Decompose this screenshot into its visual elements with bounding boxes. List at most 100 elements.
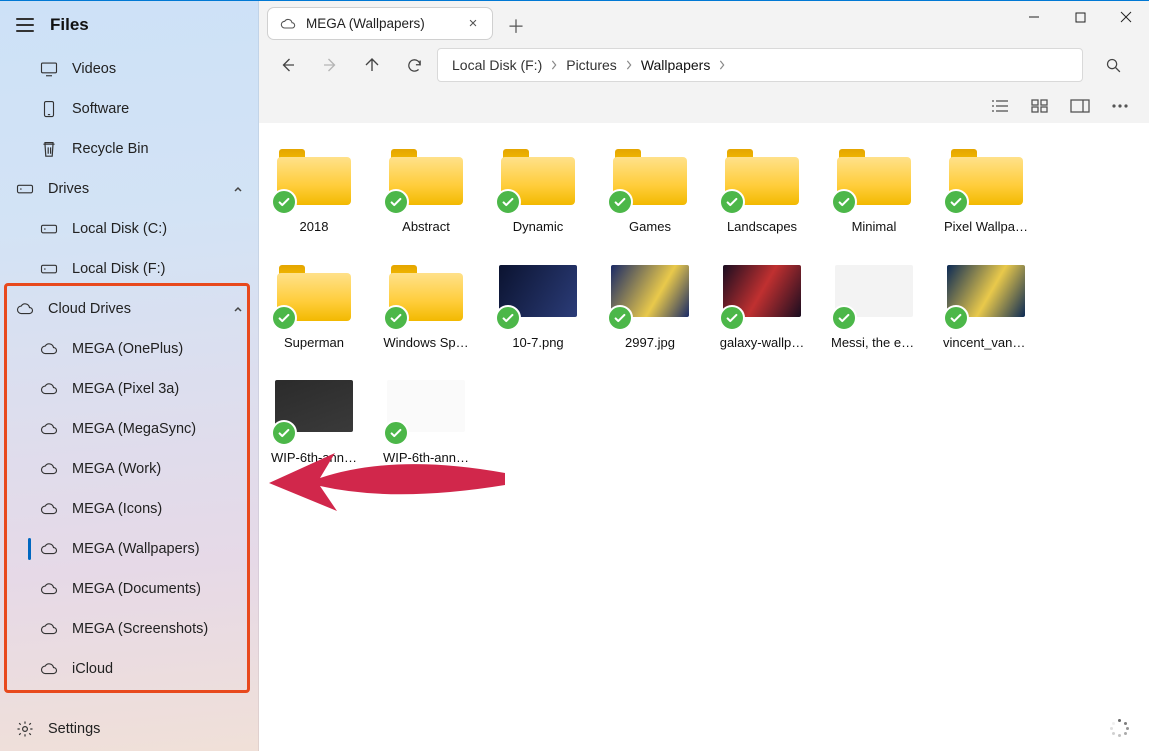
tab-close-button[interactable]: × <box>462 15 484 32</box>
sidebar-cloud-drive[interactable]: MEGA (Screenshots) <box>0 609 258 649</box>
sidebar-item-label: Local Disk (C:) <box>72 221 244 237</box>
folder-icon <box>273 141 355 213</box>
file-item[interactable]: 10-7.png <box>495 257 581 351</box>
folder-item[interactable]: 2018 <box>271 141 357 235</box>
folder-item[interactable]: Abstract <box>383 141 469 235</box>
folder-item[interactable]: Games <box>607 141 693 235</box>
details-view-button[interactable] <box>987 94 1013 118</box>
view-toolbar <box>259 89 1149 123</box>
item-label: Windows Sp… <box>383 335 469 351</box>
sidebar-item-label: Videos <box>72 61 244 77</box>
folder-icon <box>273 257 355 329</box>
new-tab-button[interactable]: ＋ <box>507 13 525 39</box>
drives-header[interactable]: Drives <box>0 169 258 209</box>
sidebar-item-label: Software <box>72 101 244 117</box>
cloud-drives-header[interactable]: Cloud Drives <box>0 289 258 329</box>
folder-item[interactable]: Dynamic <box>495 141 581 235</box>
item-label: 2018 <box>271 219 357 235</box>
file-item[interactable]: vincent_van_… <box>943 257 1029 351</box>
tab-label: MEGA (Wallpapers) <box>306 16 452 31</box>
sidebar-item[interactable]: Recycle Bin <box>0 129 258 169</box>
item-label: Landscapes <box>719 219 805 235</box>
sidebar-item-label: Local Disk (F:) <box>72 261 244 277</box>
breadcrumb-segment[interactable]: Wallpapers <box>637 55 715 75</box>
folder-icon <box>385 141 467 213</box>
sidebar-cloud-drive[interactable]: MEGA (OnePlus) <box>0 329 258 369</box>
breadcrumb-segment[interactable]: Pictures <box>562 55 621 75</box>
preview-pane-button[interactable] <box>1067 94 1093 118</box>
sidebar-item-label: MEGA (Wallpapers) <box>72 541 244 557</box>
item-label: Minimal <box>831 219 917 235</box>
window-close-button[interactable] <box>1103 1 1149 33</box>
item-label: Superman <box>271 335 357 351</box>
cloud-icon <box>40 660 58 678</box>
breadcrumb-segment[interactable]: Local Disk (F:) <box>448 55 546 75</box>
file-item[interactable]: galaxy-wallp… <box>719 257 805 351</box>
file-item[interactable]: 2997.jpg <box>607 257 693 351</box>
folder-icon <box>945 141 1027 213</box>
forward-button[interactable] <box>311 47 349 83</box>
folder-item[interactable]: Pixel Wallpa… <box>943 141 1029 235</box>
monitor-icon <box>40 60 58 78</box>
sidebar: Files VideosSoftwareRecycle BinDrivesLoc… <box>0 1 259 751</box>
sync-ok-badge-icon <box>383 189 409 215</box>
tab-active[interactable]: MEGA (Wallpapers) × <box>267 7 493 40</box>
breadcrumb[interactable]: Local Disk (F:) Pictures Wallpapers <box>437 48 1083 82</box>
sidebar-drive[interactable]: Local Disk (C:) <box>0 209 258 249</box>
sidebar-cloud-drive[interactable]: MEGA (Work) <box>0 449 258 489</box>
sync-ok-badge-icon <box>943 305 969 331</box>
file-grid: 2018 Abstract Dynamic Games Landscapes Minima… <box>259 123 1149 751</box>
cloud-icon <box>40 580 58 598</box>
window-minimize-button[interactable] <box>1011 1 1057 33</box>
sidebar-item[interactable]: Videos <box>0 49 258 89</box>
chevron-up-icon <box>232 303 244 315</box>
item-label: 2997.jpg <box>607 335 693 351</box>
sidebar-cloud-drive[interactable]: MEGA (Icons) <box>0 489 258 529</box>
folder-icon <box>609 141 691 213</box>
more-options-button[interactable] <box>1107 94 1133 118</box>
image-thumbnail <box>945 257 1027 329</box>
sync-ok-badge-icon <box>607 189 633 215</box>
sidebar-item-label: MEGA (OnePlus) <box>72 341 244 357</box>
image-thumbnail <box>721 257 803 329</box>
cloud-icon <box>40 420 58 438</box>
cloud-icon <box>280 18 296 30</box>
up-button[interactable] <box>353 47 391 83</box>
window-maximize-button[interactable] <box>1057 1 1103 33</box>
item-label: Messi, the et… <box>831 335 917 351</box>
folder-item[interactable]: Minimal <box>831 141 917 235</box>
folder-item[interactable]: Landscapes <box>719 141 805 235</box>
cloud-icon <box>40 540 58 558</box>
sidebar-drive[interactable]: Local Disk (F:) <box>0 249 258 289</box>
back-button[interactable] <box>269 47 307 83</box>
sidebar-cloud-drive[interactable]: MEGA (Wallpapers) <box>0 529 258 569</box>
sidebar-item-label: iCloud <box>72 661 244 677</box>
cloud-icon <box>40 380 58 398</box>
folder-item[interactable]: Windows Sp… <box>383 257 469 351</box>
sidebar-cloud-drive[interactable]: MEGA (Pixel 3a) <box>0 369 258 409</box>
tiles-view-button[interactable] <box>1027 94 1053 118</box>
loading-spinner-icon <box>1111 719 1129 737</box>
sidebar-item[interactable]: Software <box>0 89 258 129</box>
annotation-arrow <box>265 423 515 543</box>
cloud-icon <box>40 340 58 358</box>
sidebar-cloud-drive[interactable]: MEGA (Documents) <box>0 569 258 609</box>
file-item[interactable]: Messi, the et… <box>831 257 917 351</box>
sidebar-cloud-drive[interactable]: MEGA (MegaSync) <box>0 409 258 449</box>
chevron-up-icon <box>232 183 244 195</box>
item-label: Games <box>607 219 693 235</box>
folder-item[interactable]: Superman <box>271 257 357 351</box>
trash-icon <box>40 140 58 158</box>
menu-button[interactable] <box>16 18 34 32</box>
refresh-button[interactable] <box>395 47 433 83</box>
sync-ok-badge-icon <box>943 189 969 215</box>
settings-button[interactable]: Settings <box>0 705 258 751</box>
sidebar-cloud-drive[interactable]: iCloud <box>0 649 258 689</box>
sync-ok-badge-icon <box>271 189 297 215</box>
chevron-right-icon <box>718 60 726 70</box>
sidebar-item-label: Cloud Drives <box>48 301 218 317</box>
item-label: Pixel Wallpa… <box>943 219 1029 235</box>
search-button[interactable] <box>1095 48 1131 82</box>
sync-ok-badge-icon <box>719 305 745 331</box>
sidebar-item-label: MEGA (Documents) <box>72 581 244 597</box>
